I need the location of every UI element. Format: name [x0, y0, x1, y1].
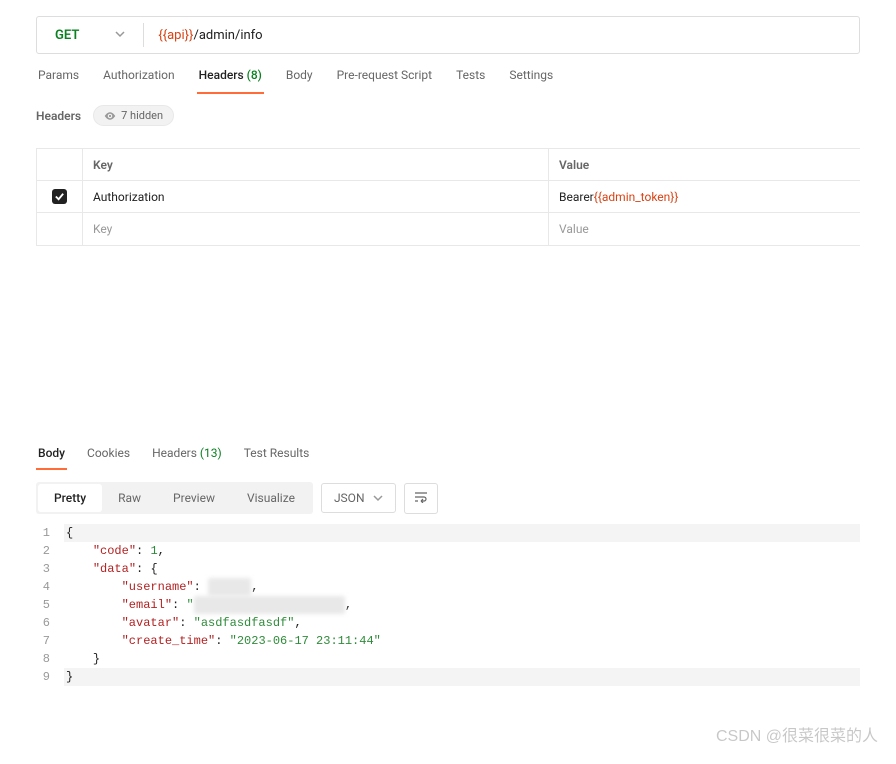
- code-line: 7 "create_time": "2023-06-17 23:11:44": [36, 632, 860, 650]
- tab-headers-label: Headers: [199, 68, 244, 82]
- row-key[interactable]: Authorization: [83, 181, 549, 212]
- chevron-down-icon: [115, 28, 125, 43]
- request-bar: GET {{api}}/admin/info: [36, 16, 860, 54]
- code-line: 1{: [36, 524, 860, 542]
- line-number: 2: [36, 542, 64, 560]
- value-variable: {{admin_token}}: [594, 190, 679, 204]
- value-prefix: Bearer: [559, 190, 594, 204]
- chevron-down-icon: [373, 493, 383, 503]
- line-number: 4: [36, 578, 64, 596]
- method-label: GET: [55, 28, 79, 43]
- tab-pre-request[interactable]: Pre-request Script: [335, 68, 434, 94]
- checkbox-checked[interactable]: [52, 189, 67, 204]
- line-content: "code": 1,: [64, 542, 860, 560]
- tab-body[interactable]: Body: [284, 68, 315, 94]
- code-line: 4 "username": xxxxxx,: [36, 578, 860, 596]
- format-label: JSON: [334, 491, 365, 505]
- method-select[interactable]: GET: [37, 17, 143, 53]
- url-input[interactable]: {{api}}/admin/info: [144, 28, 859, 43]
- row-check-cell-empty[interactable]: [37, 213, 83, 245]
- line-content: "email": "xxxxxxxxxxxxxxxxxxxxx,: [64, 596, 860, 614]
- response-toolbar: Pretty Raw Preview Visualize JSON: [36, 482, 860, 514]
- line-content: }: [64, 650, 860, 668]
- line-number: 3: [36, 560, 64, 578]
- resp-tab-headers[interactable]: Headers (13): [150, 446, 224, 470]
- request-tabs: Params Authorization Headers (8) Body Pr…: [0, 54, 896, 95]
- line-number: 5: [36, 596, 64, 614]
- tab-headers[interactable]: Headers (8): [197, 68, 264, 94]
- url-variable: {{api}}: [158, 28, 193, 43]
- line-content: {: [64, 524, 860, 542]
- resp-tab-cookies[interactable]: Cookies: [85, 446, 132, 470]
- line-content: }: [64, 668, 860, 686]
- tab-settings[interactable]: Settings: [507, 68, 555, 94]
- view-mode-preview[interactable]: Preview: [157, 484, 231, 512]
- headers-title: Headers: [36, 109, 81, 123]
- line-number: 9: [36, 668, 64, 686]
- row-value[interactable]: Bearer {{admin_token}}: [549, 181, 860, 212]
- code-line: 5 "email": "xxxxxxxxxxxxxxxxxxxxx,: [36, 596, 860, 614]
- format-select[interactable]: JSON: [321, 483, 396, 513]
- response-body[interactable]: 1{2 "code": 1,3 "data": {4 "username": x…: [36, 524, 860, 686]
- hidden-badge[interactable]: 7 hidden: [93, 105, 174, 126]
- resp-tab-headers-label: Headers: [152, 446, 197, 460]
- view-modes: Pretty Raw Preview Visualize: [36, 482, 313, 514]
- code-line: 6 "avatar": "asdfasdfasdf",: [36, 614, 860, 632]
- line-number: 6: [36, 614, 64, 632]
- col-check: [37, 149, 83, 180]
- line-number: 8: [36, 650, 64, 668]
- line-content: "avatar": "asdfasdfasdf",: [64, 614, 860, 632]
- code-line: 8 }: [36, 650, 860, 668]
- line-content: "data": {: [64, 560, 860, 578]
- row-check-cell[interactable]: [37, 181, 83, 212]
- line-content: "username": xxxxxx,: [64, 578, 860, 596]
- code-line: 9}: [36, 668, 860, 686]
- view-mode-pretty[interactable]: Pretty: [38, 484, 102, 512]
- col-value: Value: [549, 149, 860, 180]
- line-number: 1: [36, 524, 64, 542]
- tab-headers-count: (8): [247, 68, 262, 82]
- headers-table: Key Value Authorization Bearer {{admin_t…: [36, 148, 860, 246]
- url-path: /admin/info: [193, 28, 262, 43]
- view-mode-raw[interactable]: Raw: [102, 484, 157, 512]
- code-line: 2 "code": 1,: [36, 542, 860, 560]
- resp-tab-headers-count: (13): [200, 446, 222, 460]
- line-content: "create_time": "2023-06-17 23:11:44": [64, 632, 860, 650]
- code-line: 3 "data": {: [36, 560, 860, 578]
- view-mode-visualize[interactable]: Visualize: [231, 484, 311, 512]
- tab-authorization[interactable]: Authorization: [101, 68, 177, 94]
- tab-params[interactable]: Params: [36, 68, 81, 94]
- value-placeholder[interactable]: Value: [549, 213, 860, 245]
- table-row-empty: Key Value: [37, 213, 860, 245]
- col-key: Key: [83, 149, 549, 180]
- hidden-label: 7 hidden: [121, 109, 163, 122]
- headers-section: Headers 7 hidden: [0, 95, 896, 136]
- section-title-row: Headers 7 hidden: [36, 105, 860, 126]
- watermark: CSDN @很菜很菜的人: [716, 722, 878, 746]
- wrap-lines-button[interactable]: [404, 483, 438, 514]
- resp-tab-body[interactable]: Body: [36, 446, 67, 470]
- key-placeholder[interactable]: Key: [83, 213, 549, 245]
- response-tabs: Body Cookies Headers (13) Test Results: [36, 446, 860, 470]
- resp-tab-test-results[interactable]: Test Results: [242, 446, 312, 470]
- table-header-row: Key Value: [37, 149, 860, 181]
- line-number: 7: [36, 632, 64, 650]
- tab-tests[interactable]: Tests: [454, 68, 487, 94]
- eye-icon: [104, 110, 116, 122]
- response-section: Body Cookies Headers (13) Test Results P…: [0, 446, 896, 686]
- table-row: Authorization Bearer {{admin_token}}: [37, 181, 860, 213]
